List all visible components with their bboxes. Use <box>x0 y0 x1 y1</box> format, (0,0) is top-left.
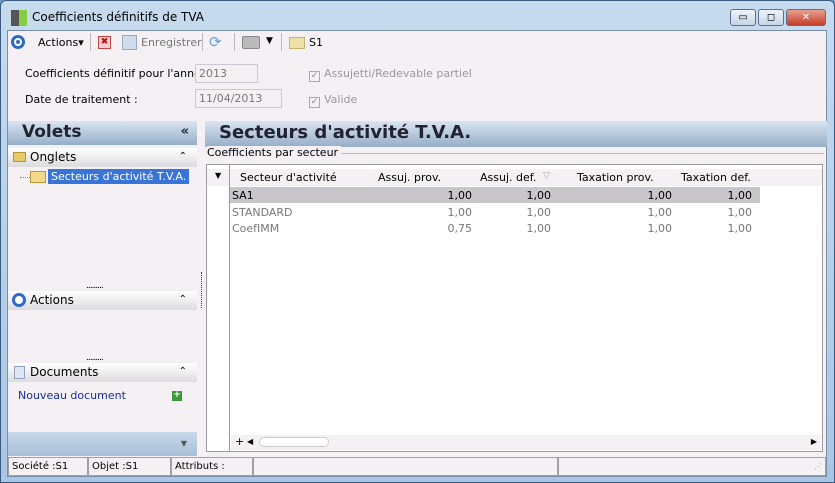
valide-label: Valide <box>324 93 358 106</box>
cell-secteur: CoefIMM <box>232 222 280 235</box>
col-header-assuj-prov[interactable]: Assuj. prov. <box>378 171 441 184</box>
horizontal-scrollbar[interactable]: + ◀ ▶ <box>231 435 821 450</box>
status-attributs: Attributs : <box>171 457 253 476</box>
actions-pane-header[interactable]: Actions ⌃ <box>8 291 197 310</box>
date-label: Date de traitement : <box>25 93 138 106</box>
checkbox-icon: ✓ <box>309 71 320 82</box>
collapse-icon[interactable]: ⌃ <box>179 151 187 162</box>
cell-value: 1,00 <box>727 189 753 202</box>
cell-secteur: STANDARD <box>232 205 293 219</box>
folder-icon <box>289 37 305 49</box>
print-icon[interactable] <box>242 36 260 49</box>
onglets-label: Onglets <box>30 150 77 164</box>
documents-header[interactable]: Documents ⌃ <box>8 363 197 382</box>
app-icon <box>11 10 27 26</box>
documents-label: Documents <box>30 365 99 379</box>
cell-value: 1,00 <box>447 205 473 219</box>
resize-grip-icon[interactable]: ⋰ <box>814 462 822 471</box>
col-header-assuj-def[interactable]: Assuj. def. <box>480 171 536 184</box>
col-header-taxation-def[interactable]: Taxation def. <box>681 171 751 184</box>
column-chooser-icon[interactable]: ▼ <box>215 171 221 180</box>
volets-header: Volets « <box>8 121 197 145</box>
group-line <box>300 153 824 154</box>
collapse-icon[interactable]: ⌃ <box>179 294 187 305</box>
actions-pane-label: Actions <box>30 293 74 307</box>
scroll-left-icon[interactable]: ◀ <box>247 437 253 446</box>
add-icon[interactable]: + <box>172 391 182 401</box>
volets-title: Volets <box>22 122 82 142</box>
delete-icon[interactable]: ✖ <box>98 36 111 49</box>
scroll-right-icon[interactable]: ▶ <box>811 437 817 446</box>
collapse-left-icon[interactable]: « <box>181 124 189 139</box>
table-row[interactable]: SA1 1,00 1,00 1,00 1,00 <box>230 187 760 203</box>
actions-menu[interactable]: Actions▾ <box>38 36 84 49</box>
status-panel <box>253 457 558 476</box>
add-row-icon[interactable]: + <box>235 435 244 448</box>
assujetti-checkbox[interactable]: ✓ Assujetti/Redevable partiel <box>309 67 472 82</box>
left-pane-footer: ▼ <box>8 432 197 456</box>
separator <box>90 33 91 51</box>
table-row[interactable]: CoefIMM 0,75 1,00 1,00 1,00 <box>230 220 760 236</box>
status-societe: Société :S1 <box>8 457 88 476</box>
splitter-grip[interactable]: ......... <box>86 353 104 363</box>
cell-value: 1,00 <box>526 205 552 219</box>
status-panel-right: ⋰ <box>558 457 826 476</box>
tree-line <box>20 177 30 178</box>
coefficients-grid: ▼ Secteur d'activité Assuj. prov. Assuj.… <box>206 164 823 452</box>
separator <box>202 33 203 51</box>
col-header-secteur[interactable]: Secteur d'activité <box>240 171 337 184</box>
separator <box>234 33 235 51</box>
splitter-grip[interactable]: ......... <box>86 281 104 291</box>
year-label: Coefficients définitif pour l'année : <box>25 67 215 80</box>
collapse-icon[interactable]: ⌃ <box>179 366 187 377</box>
open-folder-icon <box>30 171 46 183</box>
close-button[interactable]: ✕ <box>786 9 826 26</box>
vertical-splitter[interactable] <box>201 272 202 308</box>
minimize-button[interactable]: ▭ <box>730 9 756 26</box>
new-document-link[interactable]: Nouveau document <box>18 389 126 402</box>
year-field[interactable]: 2013 <box>195 64 258 83</box>
window-title: Coefficients définitifs de TVA <box>32 10 205 24</box>
date-field[interactable]: 11/04/2013 <box>195 89 282 108</box>
cell-value: 1,00 <box>647 222 673 235</box>
actions-circle-icon <box>12 293 26 307</box>
cell-value: 1,00 <box>526 222 552 235</box>
cell-value: 1,00 <box>447 189 473 202</box>
separator <box>281 33 282 51</box>
document-icon <box>14 366 25 379</box>
cell-value: 1,00 <box>727 222 753 235</box>
assujetti-label: Assujetti/Redevable partiel <box>324 67 472 80</box>
scroll-thumb[interactable] <box>259 437 329 447</box>
tree-item-secteurs[interactable]: Secteurs d'activité T.V.A. <box>48 169 190 184</box>
actions-label: Actions <box>38 36 79 49</box>
refresh-icon[interactable]: ⟳ <box>209 33 222 51</box>
group-label: Coefficients par secteur <box>207 146 342 159</box>
cell-value: 1,00 <box>727 205 753 219</box>
folder-icon <box>13 152 26 162</box>
cell-value: 1,00 <box>526 189 552 202</box>
actions-circle-icon <box>11 35 25 49</box>
main-title: Secteurs d'activité T.V.A. <box>205 121 827 147</box>
cell-value: 1,00 <box>647 189 673 202</box>
chevron-down-icon[interactable]: ▼ <box>181 439 187 448</box>
table-row[interactable]: STANDARD 1,00 1,00 1,00 1,00 <box>230 204 760 220</box>
status-objet: Objet :S1 <box>88 457 171 476</box>
checkbox-icon: ✓ <box>309 97 320 108</box>
save-icon <box>122 35 137 50</box>
onglets-header[interactable]: Onglets ⌃ <box>8 148 197 167</box>
valide-checkbox[interactable]: ✓ Valide <box>309 93 357 108</box>
folder-label[interactable]: S1 <box>309 36 323 49</box>
cell-value: 0,75 <box>447 222 473 235</box>
col-header-taxation-prov[interactable]: Taxation prov. <box>577 171 654 184</box>
restore-button[interactable]: ◻ <box>758 9 784 26</box>
print-dropdown-icon[interactable]: ▼ <box>266 36 273 46</box>
cell-secteur: SA1 <box>232 189 254 202</box>
filter-icon[interactable]: ▽ <box>543 171 550 181</box>
cell-value: 1,00 <box>647 205 673 219</box>
save-button[interactable]: Enregistrer <box>141 36 202 49</box>
